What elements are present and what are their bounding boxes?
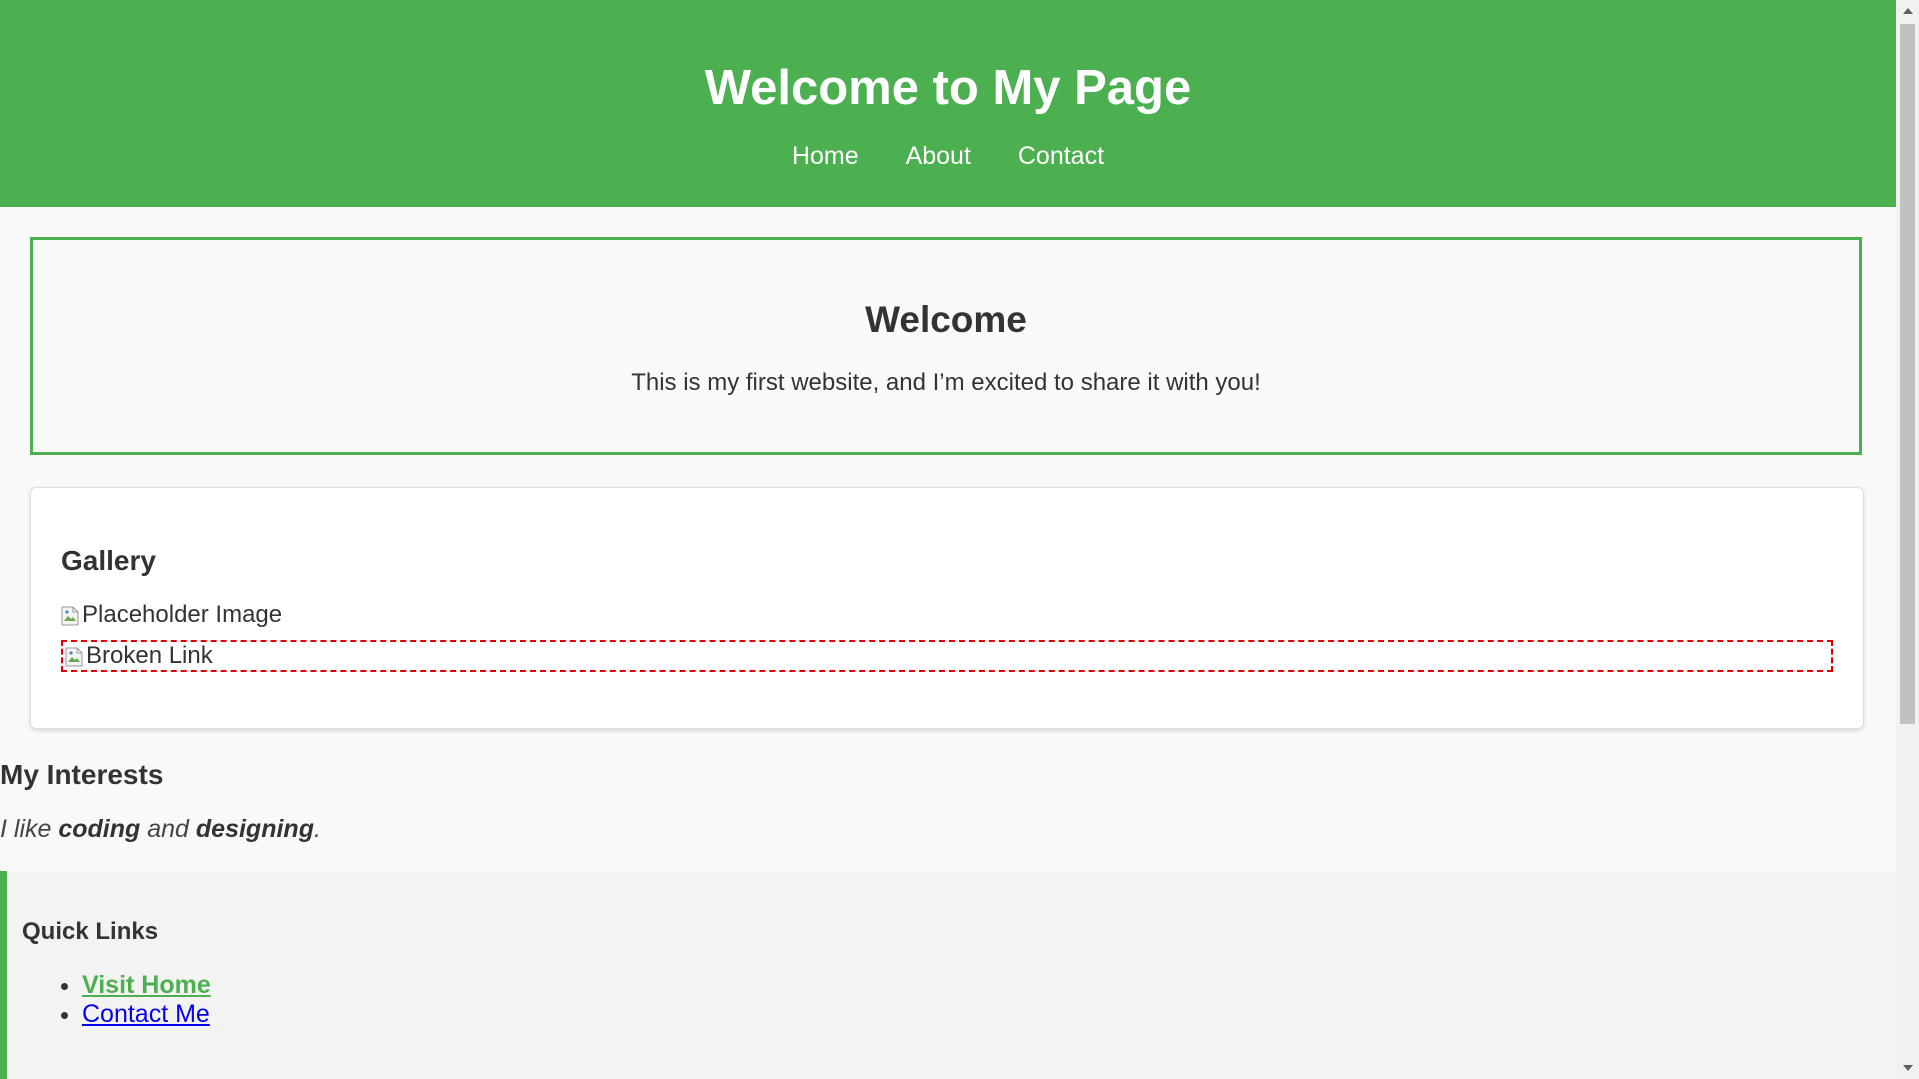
site-title: Welcome to My Page [704,61,1192,115]
interest-coding: coding [58,815,141,843]
interests-text-suffix: . [313,815,321,843]
scroll-down-arrow-icon[interactable] [1896,1057,1919,1079]
broken-image-icon [61,606,79,626]
interests-section: My Interests I like coding and designing… [0,758,321,844]
main-nav: Home About Contact [0,140,1896,172]
placeholder-image: Placeholder Image [61,600,1833,630]
visit-home-link[interactable]: Visit Home [82,971,211,999]
page: Welcome to My Page Home About Contact We… [0,0,1896,1079]
list-item: Visit Home [82,971,1896,1000]
scrollbar-thumb[interactable] [1900,24,1915,724]
broken-link-image-alt: Broken Link [86,642,213,669]
welcome-section: Welcome This is my first website, and I’… [30,237,1862,455]
broken-link-image: Broken Link [61,640,1833,672]
vertical-scrollbar[interactable] [1896,0,1919,1079]
interests-text-middle: and [140,815,196,843]
interests-text-prefix: I like [0,815,59,843]
contact-me-link[interactable]: Contact Me [82,1000,210,1028]
site-header: Welcome to My Page Home About Contact [0,0,1896,207]
nav-link-contact[interactable]: Contact [1018,140,1104,172]
list-item: Contact Me [82,1000,1896,1029]
quick-links-section: Quick Links Visit Home Contact Me [0,871,1896,1079]
interest-designing: designing [195,815,314,843]
quick-links-heading: Quick Links [22,918,159,945]
placeholder-image-alt: Placeholder Image [82,601,283,628]
welcome-heading: Welcome [865,299,1027,340]
quick-links-list: Visit Home Contact Me [22,971,1896,1029]
interests-text: I like coding and designing. [0,814,321,844]
gallery-section: Gallery Placeholder Image Broken Link [30,487,1864,729]
welcome-text: This is my first website, and I’m excite… [631,369,1261,396]
gallery-heading: Gallery [61,545,156,576]
broken-image-icon [65,647,83,667]
nav-link-about[interactable]: About [906,140,971,172]
scroll-up-arrow-icon[interactable] [1896,0,1919,22]
nav-link-home[interactable]: Home [792,140,859,172]
interests-heading: My Interests [0,759,164,790]
